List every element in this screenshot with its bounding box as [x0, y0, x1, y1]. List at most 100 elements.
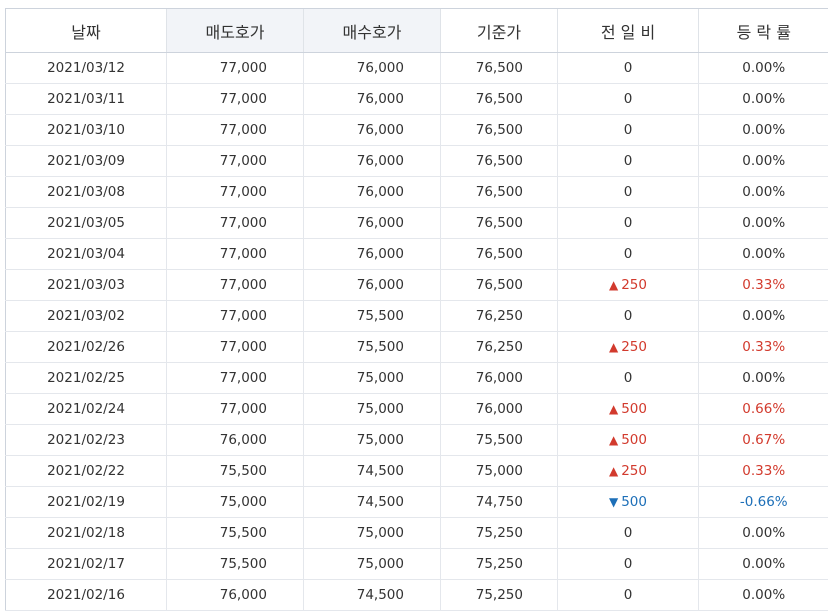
change-value: 500: [621, 432, 647, 448]
cell-change: 0: [558, 177, 699, 208]
cell-bid-price: 75,500: [304, 301, 441, 332]
table-row: 2021/03/0377,00076,00076,500▲2500.33%: [6, 270, 828, 301]
table-row: 2021/03/0277,00075,50076,25000.00%: [6, 301, 828, 332]
cell-bid-price: 75,500: [304, 332, 441, 363]
cell-change-rate: 0.00%: [699, 580, 828, 611]
cell-change-rate: 0.00%: [699, 208, 828, 239]
cell-base-price: 75,250: [441, 518, 558, 549]
change-value: 0: [624, 525, 633, 541]
up-triangle-icon: ▲: [609, 278, 618, 292]
cell-base-price: 76,000: [441, 363, 558, 394]
cell-change: 0: [558, 301, 699, 332]
table-row: 2021/02/2275,50074,50075,000▲2500.33%: [6, 456, 828, 487]
change-value: 250: [621, 339, 647, 355]
price-history-table: 날짜 매도호가 매수호가 기준가 전 일 비 등 락 률 2021/03/127…: [5, 8, 828, 611]
cell-ask-price: 77,000: [167, 146, 304, 177]
cell-ask-price: 75,000: [167, 487, 304, 518]
cell-change-rate: 0.00%: [699, 115, 828, 146]
cell-ask-price: 77,000: [167, 363, 304, 394]
cell-change: ▲250: [558, 456, 699, 487]
cell-date: 2021/03/05: [6, 208, 167, 239]
table-row: 2021/03/1177,00076,00076,50000.00%: [6, 84, 828, 115]
cell-ask-price: 77,000: [167, 301, 304, 332]
cell-change-rate: 0.00%: [699, 363, 828, 394]
cell-bid-price: 75,000: [304, 394, 441, 425]
change-value: 0: [624, 246, 633, 262]
cell-change-rate: 0.00%: [699, 549, 828, 580]
header-change: 전 일 비: [558, 9, 699, 53]
change-value: 500: [621, 494, 647, 510]
cell-ask-price: 77,000: [167, 270, 304, 301]
cell-change: ▲250: [558, 270, 699, 301]
cell-date: 2021/02/24: [6, 394, 167, 425]
up-triangle-icon: ▲: [609, 433, 618, 447]
table-row: 2021/03/1077,00076,00076,50000.00%: [6, 115, 828, 146]
cell-change: ▼500: [558, 487, 699, 518]
table-row: 2021/02/2376,00075,00075,500▲5000.67%: [6, 425, 828, 456]
cell-ask-price: 76,000: [167, 580, 304, 611]
cell-change: 0: [558, 53, 699, 84]
cell-bid-price: 76,000: [304, 146, 441, 177]
cell-change: ▲500: [558, 425, 699, 456]
table-row: 2021/03/0877,00076,00076,50000.00%: [6, 177, 828, 208]
cell-bid-price: 76,000: [304, 208, 441, 239]
cell-base-price: 76,250: [441, 301, 558, 332]
cell-change-rate: 0.00%: [699, 146, 828, 177]
cell-base-price: 76,500: [441, 146, 558, 177]
table-row: 2021/03/0477,00076,00076,500 0 0.00%: [6, 239, 828, 270]
cell-base-price: 75,000: [441, 456, 558, 487]
cell-bid-price: 76,000: [304, 239, 441, 270]
cell-ask-price: 76,000: [167, 425, 304, 456]
cell-base-price: 76,500: [441, 84, 558, 115]
cell-date: 2021/03/04: [6, 239, 167, 270]
cell-bid-price: 76,000: [304, 177, 441, 208]
cell-change-rate: 0.00%: [699, 239, 828, 270]
cell-change: 0: [558, 146, 699, 177]
cell-date: 2021/02/16: [6, 580, 167, 611]
cell-bid-price: 74,500: [304, 487, 441, 518]
cell-change-rate: 0.67%: [699, 425, 828, 456]
cell-bid-price: 76,000: [304, 53, 441, 84]
table-header-row: 날짜 매도호가 매수호가 기준가 전 일 비 등 락 률: [6, 9, 828, 53]
cell-date: 2021/02/19: [6, 487, 167, 518]
table-body: 2021/03/1277,00076,00076,50000.00%2021/0…: [6, 53, 828, 611]
cell-date: 2021/02/23: [6, 425, 167, 456]
change-value: 0: [624, 370, 633, 386]
cell-change-rate: -0.66%: [699, 487, 828, 518]
cell-change: 0: [558, 580, 699, 611]
up-triangle-icon: ▲: [609, 464, 618, 478]
cell-base-price: 76,500: [441, 239, 558, 270]
cell-bid-price: 75,000: [304, 363, 441, 394]
header-ask-price: 매도호가: [167, 9, 304, 53]
cell-base-price: 76,500: [441, 177, 558, 208]
cell-base-price: 76,250: [441, 332, 558, 363]
table-row: 2021/02/2677,00075,50076,250▲2500.33%: [6, 332, 828, 363]
header-base-price: 기준가: [441, 9, 558, 53]
cell-date: 2021/02/22: [6, 456, 167, 487]
cell-base-price: 75,250: [441, 549, 558, 580]
table-row: 2021/03/0577,00076,00076,50000.00%: [6, 208, 828, 239]
table-row: 2021/02/1676,00074,50075,25000.00%: [6, 580, 828, 611]
cell-bid-price: 74,500: [304, 580, 441, 611]
table-row: 2021/02/1775,50075,00075,25000.00%: [6, 549, 828, 580]
cell-change-rate: 0.33%: [699, 456, 828, 487]
cell-date: 2021/03/10: [6, 115, 167, 146]
cell-change: 0: [558, 84, 699, 115]
table-row: 2021/02/2477,00075,00076,000▲5000.66%: [6, 394, 828, 425]
cell-ask-price: 77,000: [167, 239, 304, 270]
cell-base-price: 75,250: [441, 580, 558, 611]
cell-change: 0: [558, 208, 699, 239]
cell-change: 0: [558, 549, 699, 580]
up-triangle-icon: ▲: [609, 340, 618, 354]
change-value: 0: [624, 153, 633, 169]
cell-change: 0: [558, 363, 699, 394]
header-date: 날짜: [6, 9, 167, 53]
cell-date: 2021/03/09: [6, 146, 167, 177]
cell-change-rate: 0.00%: [699, 177, 828, 208]
cell-ask-price: 75,500: [167, 549, 304, 580]
cell-ask-price: 77,000: [167, 177, 304, 208]
cell-ask-price: 77,000: [167, 115, 304, 146]
cell-change: 0: [558, 115, 699, 146]
header-change-rate: 등 락 률: [699, 9, 828, 53]
cell-bid-price: 75,000: [304, 518, 441, 549]
